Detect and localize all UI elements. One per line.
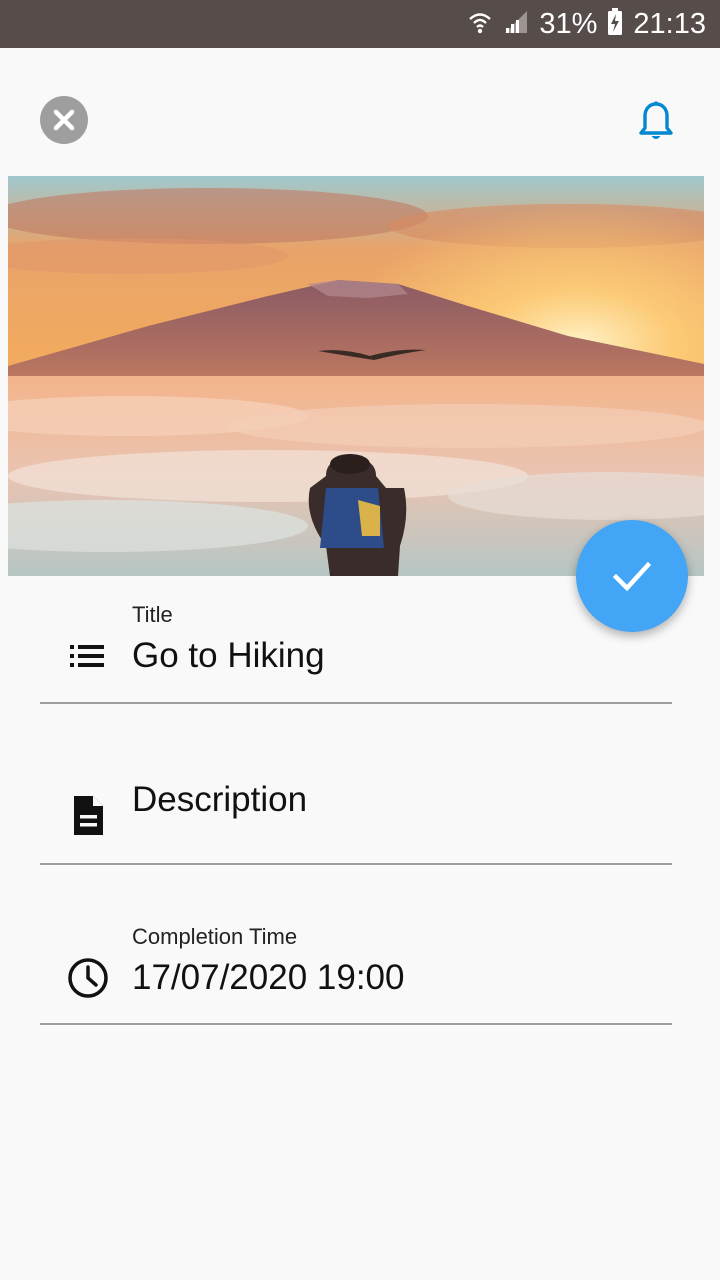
document-icon (64, 792, 112, 840)
description-input[interactable]: Description (132, 780, 307, 820)
completion-time-label: Completion Time (132, 924, 298, 949)
description-field[interactable]: Description (40, 740, 672, 865)
bell-icon (638, 101, 674, 143)
clock-icon (64, 954, 112, 1002)
title-label: Title (132, 602, 173, 627)
battery-percentage: 31% (539, 7, 598, 40)
hero-image (8, 176, 704, 576)
close-button[interactable] (40, 96, 88, 144)
status-clock: 21:13 (633, 7, 706, 40)
title-input[interactable]: Go to Hiking (132, 636, 325, 676)
status-bar: 31% 21:13 (0, 0, 720, 48)
completion-time-field[interactable]: Completion Time 17/07/2020 19:00 (40, 910, 672, 1025)
title-field[interactable]: Title Go to Hiking (40, 590, 672, 704)
list-icon (64, 632, 112, 680)
close-icon (51, 107, 77, 133)
completion-time-input[interactable]: 17/07/2020 19:00 (132, 958, 404, 998)
reminder-button[interactable] (630, 96, 682, 148)
battery-charging-icon (607, 7, 623, 41)
signal-icon (503, 9, 529, 40)
wifi-icon (467, 9, 493, 40)
